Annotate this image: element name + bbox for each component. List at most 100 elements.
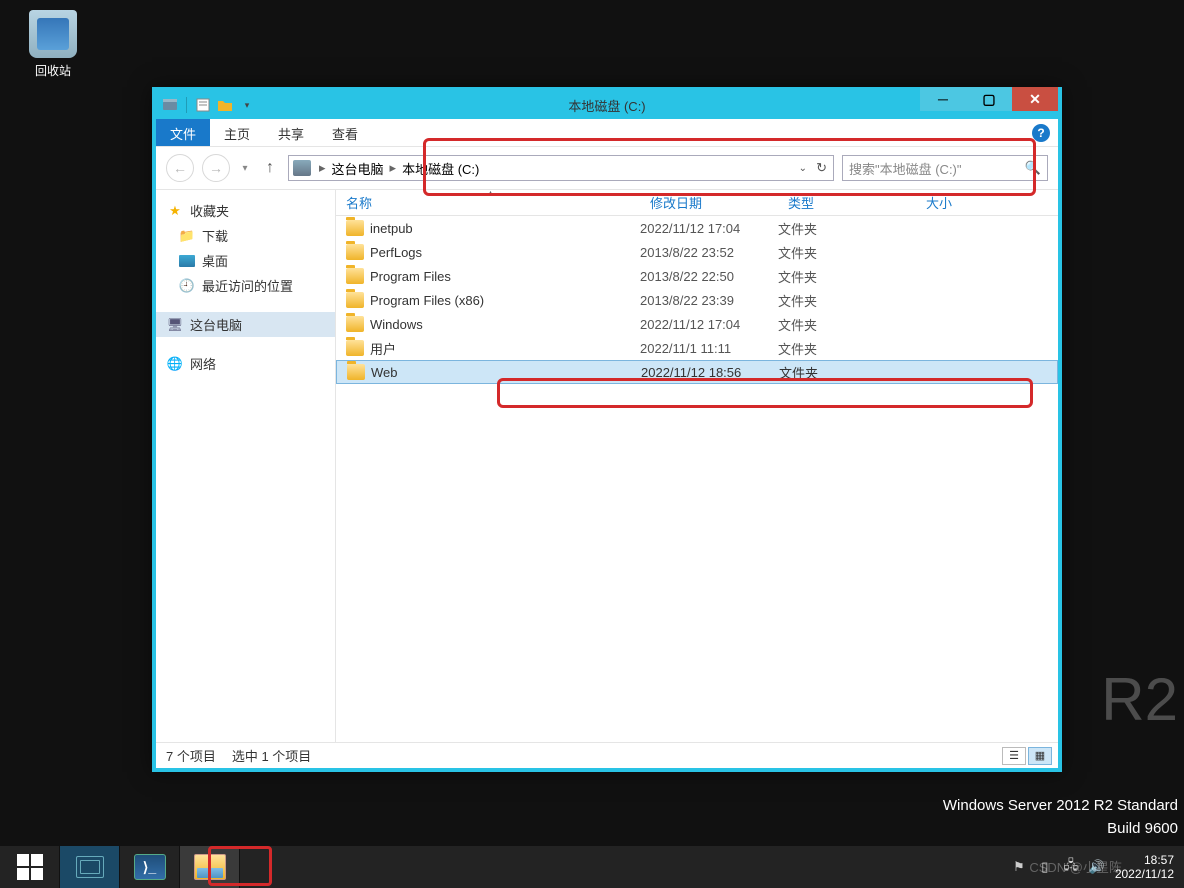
breadcrumb-sep: ▸ [388,160,399,176]
recycle-bin-label: 回收站 [18,62,88,79]
powershell-button[interactable]: ⟩_ [120,846,180,888]
col-size[interactable]: 大小 [916,193,996,212]
file-row[interactable]: Program Files2013/8/22 22:50文件夹 [336,264,1058,288]
file-row[interactable]: inetpub2022/11/12 17:04文件夹 [336,216,1058,240]
address-dropdown-icon[interactable]: ⌄ [799,163,807,174]
file-rows: inetpub2022/11/12 17:04文件夹PerfLogs2013/8… [336,216,1058,742]
network-icon: 🌐 [166,356,184,372]
qat-dropdown-icon[interactable]: ▾ [237,96,257,114]
file-type: 文件夹 [778,339,916,358]
ribbon-tabs: 文件 主页 共享 查看 ? [156,119,1058,147]
clock-date: 2022/11/12 [1115,867,1174,881]
file-name: PerfLogs [370,245,640,260]
folder-icon [346,340,364,356]
file-type: 文件夹 [779,363,917,382]
help-icon[interactable]: ? [1032,124,1050,142]
recycle-bin-image [29,10,77,58]
tab-file[interactable]: 文件 [156,119,210,146]
folder-icon [346,244,364,260]
col-type[interactable]: 类型 [778,193,916,212]
nav-this-pc-label: 这台电脑 [190,315,242,334]
window-buttons: ─ ▢ ✕ [920,87,1058,111]
file-type: 文件夹 [778,315,916,334]
tab-share[interactable]: 共享 [264,119,318,146]
view-details-button[interactable]: ☰ [1002,747,1026,765]
up-button[interactable]: ↑ [260,158,280,178]
watermark-line2: Build 9600 [943,818,1178,841]
desktop-icon [178,253,196,269]
minimize-button[interactable]: ─ [920,87,966,111]
nav-downloads[interactable]: 📁 下载 [156,223,335,248]
tab-home[interactable]: 主页 [210,119,264,146]
file-type: 文件夹 [778,243,916,262]
watermark-bg: R2 [1101,655,1178,745]
folder-icon [347,364,365,380]
status-count: 7 个项目 [166,746,216,765]
breadcrumb-drive[interactable]: 本地磁盘 (C:) [398,159,483,178]
nav-recent-label: 最近访问的位置 [202,276,293,295]
recycle-bin-icon[interactable]: 回收站 [18,10,88,79]
navigation-pane: ★ 收藏夹 📁 下载 桌面 🕘 最近访问的位置 🖥 [156,190,336,742]
file-type: 文件夹 [778,219,916,238]
file-name: Windows [370,317,640,332]
nav-this-pc[interactable]: 🖥 这台电脑 [156,312,335,337]
nav-favorites[interactable]: ★ 收藏夹 [156,198,335,223]
tab-view[interactable]: 查看 [318,119,372,146]
nav-desktop[interactable]: 桌面 [156,248,335,273]
explorer-icon [194,854,226,880]
file-name: Program Files (x86) [370,293,640,308]
title-bar[interactable]: ▾ 本地磁盘 (C:) ─ ▢ ✕ [156,91,1058,119]
tray-clock[interactable]: 18:57 2022/11/12 [1115,853,1174,882]
server-manager-button[interactable] [60,846,120,888]
breadcrumb-sep: ▸ [317,160,328,176]
nav-desktop-label: 桌面 [202,251,228,270]
file-row[interactable]: Windows2022/11/12 17:04文件夹 [336,312,1058,336]
file-list: ▴ 名称 修改日期 类型 大小 inetpub2022/11/12 17:04文… [336,190,1058,742]
desktop-watermark: R2 Windows Server 2012 R2 Standard Build… [943,795,1178,840]
search-icon: 🔍 [1025,160,1041,176]
taskbar: ⟩_ ⚑ ▯ 🖧 🔊 18:57 2022/11/12 [0,846,1184,888]
file-date: 2022/11/12 17:04 [640,317,778,332]
refresh-icon[interactable]: ↻ [816,160,827,176]
col-date[interactable]: 修改日期 [640,193,778,212]
file-name: 用户 [370,339,640,358]
watermark-line1: Windows Server 2012 R2 Standard [943,795,1178,818]
back-button[interactable]: ← [166,154,194,182]
address-bar-row: ← → ▾ ↑ ▸ 这台电脑 ▸ 本地磁盘 (C:) ⌄ ↻ 搜索"本地磁盘 (… [156,147,1058,189]
start-button[interactable] [0,846,60,888]
pc-icon: 🖥 [166,317,184,333]
nav-history-dropdown[interactable]: ▾ [238,163,252,174]
address-bar[interactable]: ▸ 这台电脑 ▸ 本地磁盘 (C:) ⌄ ↻ [288,155,834,181]
file-type: 文件夹 [778,291,916,310]
server-manager-icon [76,856,104,878]
close-button[interactable]: ✕ [1012,87,1058,111]
file-date: 2013/8/22 22:50 [640,269,778,284]
window-title: 本地磁盘 (C:) [568,96,645,115]
file-row[interactable]: Web2022/11/12 18:56文件夹 [336,360,1058,384]
star-icon: ★ [166,203,184,219]
powershell-icon: ⟩_ [134,854,166,880]
file-row[interactable]: 用户2022/11/1 11:11文件夹 [336,336,1058,360]
nav-network[interactable]: 🌐 网络 [156,351,335,376]
forward-button[interactable]: → [202,154,230,182]
tray-flag-icon[interactable]: ⚑ [1011,859,1027,875]
breadcrumb-root[interactable]: 这台电脑 [328,159,388,178]
file-date: 2013/8/22 23:52 [640,245,778,260]
file-row[interactable]: Program Files (x86)2013/8/22 23:39文件夹 [336,288,1058,312]
folder-icon [346,268,364,284]
qat-separator [186,97,187,113]
folder-icon[interactable] [215,96,235,114]
file-date: 2013/8/22 23:39 [640,293,778,308]
nav-recent[interactable]: 🕘 最近访问的位置 [156,273,335,298]
search-input[interactable]: 搜索"本地磁盘 (C:)" 🔍 [842,155,1048,181]
maximize-button[interactable]: ▢ [966,87,1012,111]
drive-icon [160,96,180,114]
explorer-taskbar-button[interactable] [180,846,240,888]
clock-time: 18:57 [1115,853,1174,867]
status-bar: 7 个项目 选中 1 个项目 ☰ ▦ [156,742,1058,768]
file-row[interactable]: PerfLogs2013/8/22 23:52文件夹 [336,240,1058,264]
folder-icon [346,292,364,308]
properties-icon[interactable] [193,96,213,114]
view-icons-button[interactable]: ▦ [1028,747,1052,765]
column-headers: ▴ 名称 修改日期 类型 大小 [336,190,1058,216]
